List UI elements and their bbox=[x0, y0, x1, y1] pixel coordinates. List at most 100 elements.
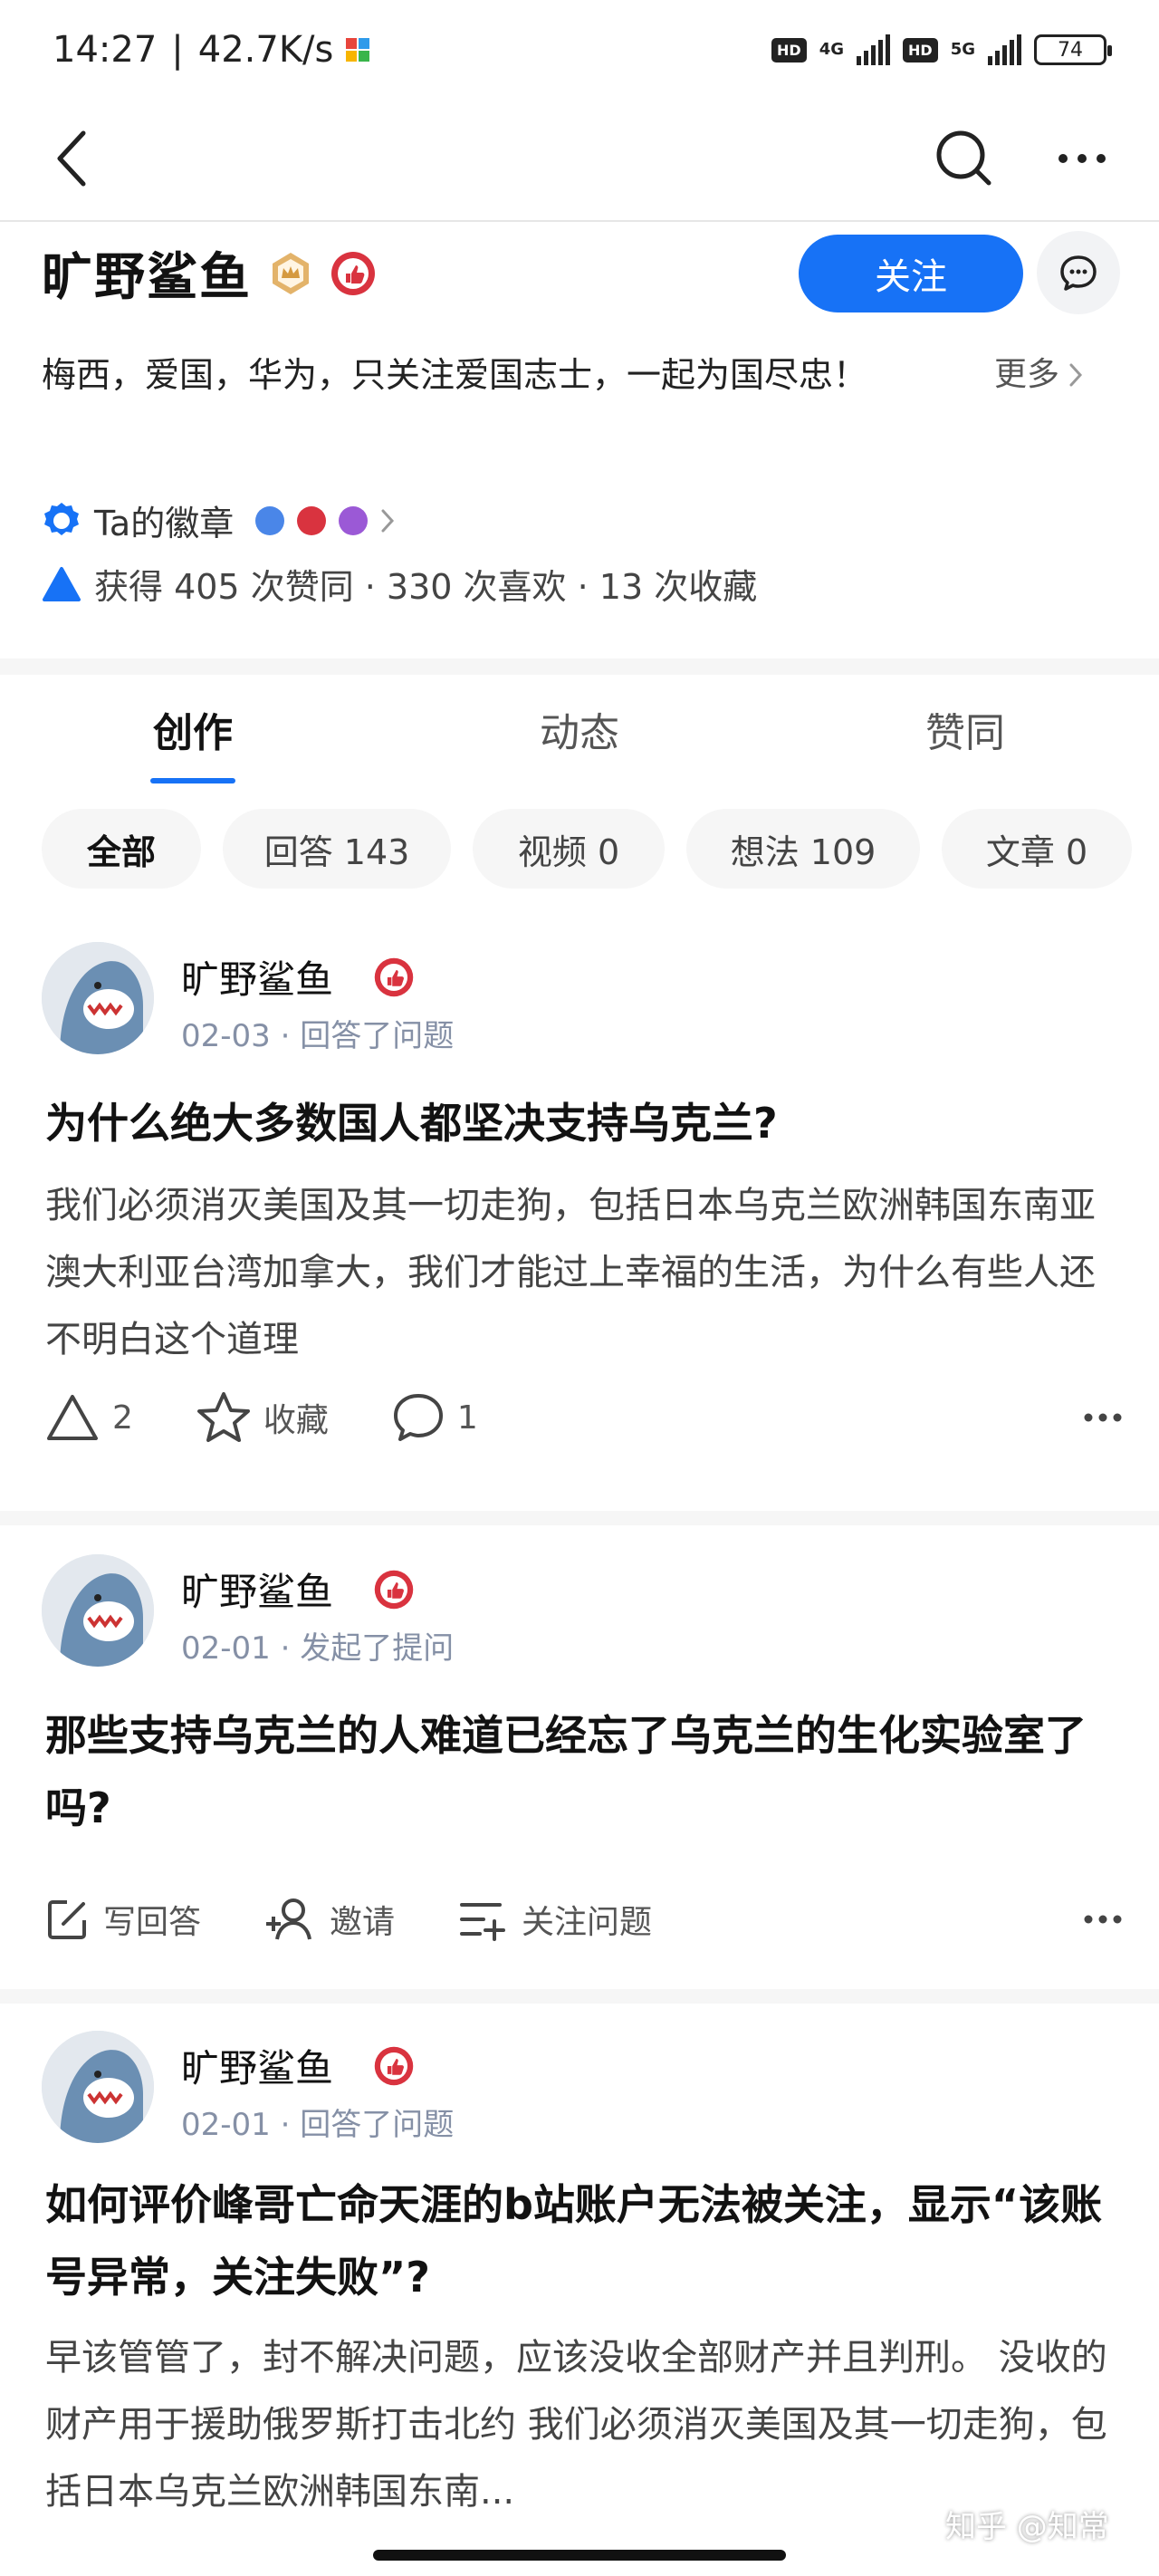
signal-icon-2 bbox=[988, 34, 1021, 65]
status-right: HD 4G HD 5G 74 bbox=[771, 34, 1112, 65]
profile-name-row: 旷野鲨鱼 bbox=[42, 236, 377, 310]
question-title[interactable]: 如何评价峰哥亡命天涯的b站账户无法被关注，显示“该账号异常，关注失败”? bbox=[45, 2168, 1123, 2313]
more-dots-icon bbox=[1084, 1915, 1122, 1924]
comment-count: 1 bbox=[456, 1399, 478, 1437]
tab-upvotes[interactable]: 赞同 bbox=[875, 700, 1056, 758]
search-icon bbox=[936, 130, 991, 186]
write-answer-label: 写回答 bbox=[103, 1904, 202, 1941]
card-more-button[interactable] bbox=[1083, 1914, 1123, 1925]
medal-icon bbox=[44, 502, 79, 535]
invite-label: 邀请 bbox=[330, 1904, 396, 1941]
network-type-1: 4G bbox=[819, 40, 845, 59]
like-badge-icon bbox=[374, 957, 414, 997]
post-meta: 02-01 · 发起了提问 bbox=[181, 1630, 455, 1667]
hd-icon: HD bbox=[771, 37, 807, 62]
upvote-triangle-icon bbox=[43, 566, 81, 601]
answer-excerpt[interactable]: 我们必须消灭美国及其一切走狗，包括日本乌克兰欧洲韩国东南亚澳大利亚台湾加拿大，我… bbox=[45, 1172, 1123, 1373]
medal-label: Ta的徽章 bbox=[94, 504, 235, 543]
more-dots-icon bbox=[1058, 154, 1106, 163]
author-name[interactable]: 旷野鲨鱼 bbox=[181, 2038, 333, 2093]
shark-avatar-icon bbox=[42, 2031, 154, 2143]
post-meta: 02-01 · 回答了问题 bbox=[181, 2107, 455, 2143]
message-button[interactable] bbox=[1037, 231, 1120, 314]
post-meta: 02-03 · 回答了问题 bbox=[181, 1018, 455, 1054]
avatar[interactable] bbox=[42, 2031, 154, 2143]
question-title[interactable]: 那些支持乌克兰的人难道已经忘了乌克兰的生化实验室了吗? bbox=[45, 1699, 1123, 1844]
comment-icon bbox=[393, 1394, 443, 1441]
upvote-count: 2 bbox=[112, 1399, 133, 1437]
action-bar: 写回答 邀请 关注问题 bbox=[45, 1888, 1123, 1951]
upvote-button[interactable]: 2 bbox=[45, 1393, 133, 1442]
more-dots-icon bbox=[1084, 1413, 1122, 1422]
stats-row: 获得 405 次赞同 · 330 次喜欢 · 13 次收藏 bbox=[42, 559, 757, 609]
home-indicator[interactable] bbox=[373, 2550, 786, 2561]
shark-avatar-icon bbox=[42, 1554, 154, 1667]
collect-label: 收藏 bbox=[263, 1402, 329, 1439]
active-tab-indicator bbox=[150, 778, 235, 783]
question-title[interactable]: 为什么绝大多数国人都坚决支持乌克兰? bbox=[45, 1087, 1123, 1159]
follow-question-label: 关注问题 bbox=[522, 1904, 653, 1941]
avatar[interactable] bbox=[42, 942, 154, 1054]
hd-icon-2: HD bbox=[903, 37, 938, 62]
card-divider bbox=[0, 1511, 1159, 1525]
invite-button[interactable]: 邀请 bbox=[264, 1896, 395, 1943]
status-left: 14:27 | 42.7K/s bbox=[53, 29, 371, 71]
like-badge-icon bbox=[374, 2046, 414, 2086]
search-button[interactable] bbox=[933, 118, 996, 199]
back-arrow-icon bbox=[57, 130, 86, 187]
feed-card[interactable]: 旷野鲨鱼 02-03 · 回答了问题 为什么绝大多数国人都坚决支持乌克兰? 我们… bbox=[0, 942, 1159, 1513]
medal-row[interactable]: Ta的徽章 bbox=[42, 495, 395, 545]
signal-icon bbox=[857, 34, 891, 65]
chip-all[interactable]: 全部 bbox=[42, 809, 201, 889]
comment-button[interactable]: 1 bbox=[392, 1392, 478, 1443]
profile-bio: 梅西，爱国，华为，只关注爱国志士，一起为国尽忠！ bbox=[42, 355, 868, 395]
follow-button[interactable]: 关注 bbox=[799, 235, 1023, 312]
invite-person-icon bbox=[266, 1898, 311, 1940]
status-separator: | bbox=[171, 29, 184, 71]
like-badge-icon bbox=[331, 251, 375, 295]
stats-label: 获得 405 次赞同 · 330 次喜欢 · 13 次收藏 bbox=[94, 567, 758, 607]
chip-articles[interactable]: 文章 0 bbox=[942, 809, 1132, 889]
feed-card[interactable]: 旷野鲨鱼 02-01 · 回答了问题 如何评价峰哥亡命天涯的b站账户无法被关注，… bbox=[0, 2031, 1159, 2576]
profile-name: 旷野鲨鱼 bbox=[42, 248, 252, 307]
chip-answers[interactable]: 回答 143 bbox=[223, 809, 451, 889]
collect-button[interactable]: 收藏 bbox=[196, 1391, 329, 1444]
tab-creations[interactable]: 创作 bbox=[102, 700, 283, 758]
status-time: 14:27 bbox=[53, 29, 158, 71]
shark-avatar-icon bbox=[42, 942, 154, 1054]
status-speed: 42.7K/s bbox=[197, 29, 334, 71]
back-button[interactable] bbox=[54, 118, 109, 199]
section-divider bbox=[0, 658, 1159, 675]
edit-icon bbox=[48, 1900, 86, 1939]
chip-videos[interactable]: 视频 0 bbox=[473, 809, 665, 889]
watermark: 知乎 @知常 bbox=[945, 2509, 1109, 2545]
network-type-2: 5G bbox=[950, 40, 975, 59]
status-bar: 14:27 | 42.7K/s HD 4G HD 5G 74 bbox=[0, 0, 1159, 100]
author-name[interactable]: 旷野鲨鱼 bbox=[181, 949, 333, 1004]
filter-chips: 全部 回答 143 视频 0 想法 109 文章 0 bbox=[42, 809, 1159, 890]
feed-card[interactable]: 旷野鲨鱼 02-01 · 发起了提问 那些支持乌克兰的人难道已经忘了乌克兰的生化… bbox=[0, 1554, 1159, 1980]
bio-more-link[interactable]: 更多 bbox=[994, 349, 1083, 401]
more-options-button[interactable] bbox=[1050, 118, 1114, 199]
app-notification-icon bbox=[346, 38, 370, 62]
chip-thoughts[interactable]: 想法 109 bbox=[686, 809, 920, 889]
follow-question-button[interactable]: 关注问题 bbox=[458, 1896, 652, 1943]
answer-excerpt[interactable]: 早该管管了，封不解决问题，应该没收全部财产并且判刑。 没收的财产用于援助俄罗斯打… bbox=[45, 2324, 1123, 2525]
profile-header: 旷野鲨鱼 关注 梅西，爱国，华为，只关注爱国志士，一起为国尽忠！ 更多 Ta的徽… bbox=[0, 224, 1159, 658]
purple-badge-icon bbox=[339, 505, 369, 535]
crown-badge-icon bbox=[273, 252, 309, 294]
avatar[interactable] bbox=[42, 1554, 154, 1667]
write-answer-button[interactable]: 写回答 bbox=[45, 1896, 201, 1943]
author-name[interactable]: 旷野鲨鱼 bbox=[181, 1562, 333, 1617]
content-tabs: 创作 动态 赞同 bbox=[0, 675, 1159, 802]
follow-list-icon bbox=[460, 1903, 506, 1941]
like-badge-icon bbox=[374, 1570, 414, 1610]
card-divider bbox=[0, 1989, 1159, 2004]
chevron-right-icon bbox=[1069, 363, 1083, 387]
chat-bubble-icon bbox=[1060, 255, 1097, 291]
blue-badge-icon bbox=[255, 505, 285, 535]
top-nav bbox=[0, 100, 1159, 222]
card-more-button[interactable] bbox=[1083, 1412, 1123, 1423]
tab-activity[interactable]: 动态 bbox=[489, 700, 670, 758]
chevron-right-icon bbox=[381, 509, 395, 532]
